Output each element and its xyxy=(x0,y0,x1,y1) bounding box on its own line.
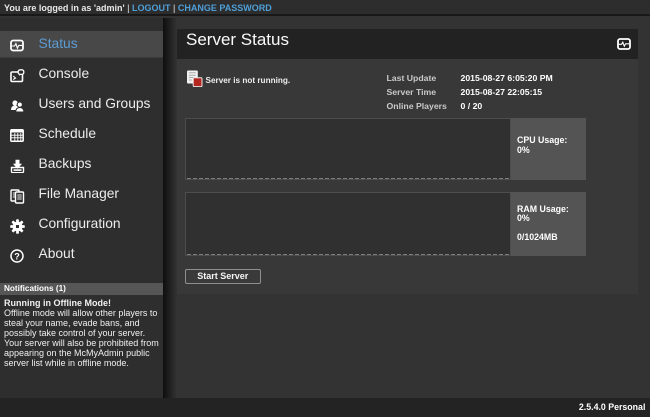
svg-text:?: ? xyxy=(14,251,20,261)
